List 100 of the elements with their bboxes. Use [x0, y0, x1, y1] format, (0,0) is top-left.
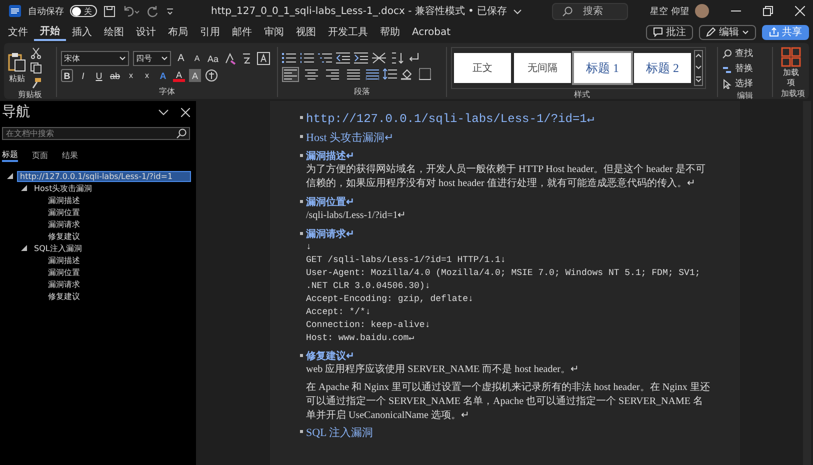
autosave-label: 自动保存: [28, 6, 64, 18]
ribbon-tab[interactable]: 审阅: [258, 23, 290, 41]
heading-link[interactable]: 修复建议: [46, 290, 82, 302]
restore-icon[interactable]: [763, 6, 773, 16]
pane-tab[interactable]: 标题: [2, 148, 18, 162]
expander-icon[interactable]: [20, 244, 28, 252]
font-tool-button[interactable]: B: [61, 69, 73, 82]
ribbon-tab[interactable]: 布局: [162, 23, 194, 41]
phonetic-guide-icon[interactable]: [240, 52, 253, 65]
ribbon-tab[interactable]: 设计: [130, 23, 162, 41]
clear-formatting-icon[interactable]: [223, 52, 236, 65]
align-right-button[interactable]: [324, 66, 341, 82]
ribbon-tab[interactable]: 文件: [2, 23, 34, 41]
font-tool-button[interactable]: Aa: [207, 52, 219, 65]
replace-button[interactable]: 替换: [722, 62, 768, 75]
align-left-button[interactable]: [282, 66, 299, 82]
search-field[interactable]: 搜索: [552, 2, 628, 20]
find-button[interactable]: 查找: [722, 47, 768, 60]
heading: 修复建议↵: [306, 350, 354, 363]
ribbon-tab[interactable]: 帮助: [374, 23, 406, 41]
style-option[interactable]: 无间隔: [514, 53, 571, 83]
numbered-list-icon[interactable]: [300, 52, 314, 64]
heading-link[interactable]: 漏洞描述: [46, 254, 82, 266]
font-tool-button[interactable]: A: [157, 69, 169, 82]
ribbon-tab[interactable]: 插入: [66, 23, 98, 41]
heading-link[interactable]: Host头攻击漏洞: [32, 182, 94, 194]
document-title[interactable]: http_127_0_0_1_sqli-labs_Less-1_.docx - 兼容性模式 • 已保存: [211, 4, 508, 18]
heading-link[interactable]: 漏洞请求: [46, 278, 82, 290]
expander-icon[interactable]: [6, 172, 14, 180]
font-tool-button[interactable]: x: [141, 69, 153, 82]
character-border-icon[interactable]: [257, 52, 270, 65]
ribbon-tab[interactable]: Acrobat: [406, 23, 457, 41]
font-tool-button[interactable]: U: [93, 69, 105, 82]
close-icon[interactable]: [181, 108, 190, 116]
heading-link[interactable]: 漏洞描述: [46, 194, 82, 206]
sort-icon[interactable]: [390, 52, 404, 64]
select-button[interactable]: 选择: [722, 77, 768, 90]
heading-marker-icon: [300, 135, 303, 138]
decrease-indent-icon[interactable]: [336, 52, 350, 64]
search-field[interactable]: 在文档中搜索: [2, 127, 190, 140]
paragraph-mark-icon[interactable]: [408, 52, 420, 64]
ribbon-tab[interactable]: 邮件: [226, 23, 258, 41]
redo-icon[interactable]: [146, 4, 159, 18]
style-option[interactable]: 正文: [454, 53, 511, 83]
group-label: 编辑: [736, 90, 754, 101]
align-justify-button[interactable]: [345, 66, 362, 82]
avatar-circle[interactable]: [695, 4, 709, 18]
ribbon-tab[interactable]: 视图: [290, 23, 322, 41]
font-name-dropdown[interactable]: 宋体: [61, 51, 129, 66]
font-tool-button[interactable]: A: [191, 52, 203, 65]
user-name[interactable]: 星空 仰望: [650, 4, 689, 18]
heading-link[interactable]: 漏洞位置: [46, 206, 82, 218]
save-icon[interactable]: [103, 4, 116, 18]
customize-icon[interactable]: [165, 6, 175, 16]
enclosed-character-icon[interactable]: [205, 69, 218, 82]
heading-link[interactable]: 修复建议: [46, 230, 82, 242]
chevron-down-icon[interactable]: [158, 108, 169, 116]
gallery-scroll-icon[interactable]: [694, 50, 703, 86]
increase-indent-icon[interactable]: [354, 52, 368, 64]
expander-icon[interactable]: [20, 184, 28, 192]
borders-icon[interactable]: [419, 68, 431, 80]
ribbon-tab[interactable]: 开始: [34, 23, 66, 41]
autosave-toggle[interactable]: 关: [70, 5, 97, 17]
heading-link[interactable]: http://127.0.0.1/sqli-labs/Less-1/?id=1: [18, 172, 190, 180]
comment-button[interactable]: 批注: [646, 24, 693, 40]
heading-link[interactable]: 漏洞请求: [46, 218, 82, 230]
font-tool-button[interactable]: A: [173, 69, 185, 82]
add-ins-button[interactable]: 加载项: [777, 47, 805, 88]
font-tool-button[interactable]: A: [189, 69, 201, 82]
ribbon-tab[interactable]: 绘图: [98, 23, 130, 41]
font-tool-button[interactable]: ab: [109, 69, 121, 82]
asian-layout-icon[interactable]: [372, 52, 386, 64]
editing-mode-button[interactable]: 编辑: [699, 24, 756, 40]
align-center-button[interactable]: [303, 66, 320, 82]
line-spacing-icon[interactable]: [383, 68, 397, 80]
heading-link[interactable]: 漏洞位置: [46, 266, 82, 278]
font-tool-button[interactable]: I: [77, 69, 89, 82]
cursor-icon: [722, 78, 732, 88]
font-tool-button[interactable]: x: [125, 69, 137, 82]
style-option[interactable]: 标题 2: [634, 53, 691, 83]
font-size-dropdown[interactable]: 四号: [133, 51, 171, 66]
ribbon-tab[interactable]: 开发工具: [322, 23, 374, 41]
format-painter-icon[interactable]: [30, 77, 42, 89]
copy-icon[interactable]: [30, 62, 42, 74]
undo-icon[interactable]: [122, 4, 140, 18]
close-icon[interactable]: [795, 6, 805, 16]
pane-tab[interactable]: 结果: [62, 148, 78, 162]
pane-tab[interactable]: 页面: [32, 148, 48, 162]
style-option[interactable]: 标题 1: [574, 53, 631, 83]
body-text: 为了方便的获得网站域名，开发人员一般依赖于 HTTP Host header。但是这个 header 是不可信赖的，如果应用程序没有对 host header 值进行处理，就有可能造成恶意代码的传入。↵: [306, 163, 706, 191]
multilevel-list-icon[interactable]: [318, 52, 332, 64]
paste-button[interactable]: 粘贴: [8, 52, 26, 84]
bullet-list-icon[interactable]: [282, 52, 296, 64]
cut-icon[interactable]: [30, 47, 42, 59]
font-tool-button[interactable]: A: [175, 52, 187, 65]
ribbon-tab[interactable]: 引用: [194, 23, 226, 41]
chevron-down-icon[interactable]: [513, 6, 522, 16]
code-line: Connection: keep-alive↓: [306, 319, 432, 332]
heading-link[interactable]: SQL注入漏洞: [32, 242, 84, 254]
distributed-icon[interactable]: [366, 68, 379, 80]
